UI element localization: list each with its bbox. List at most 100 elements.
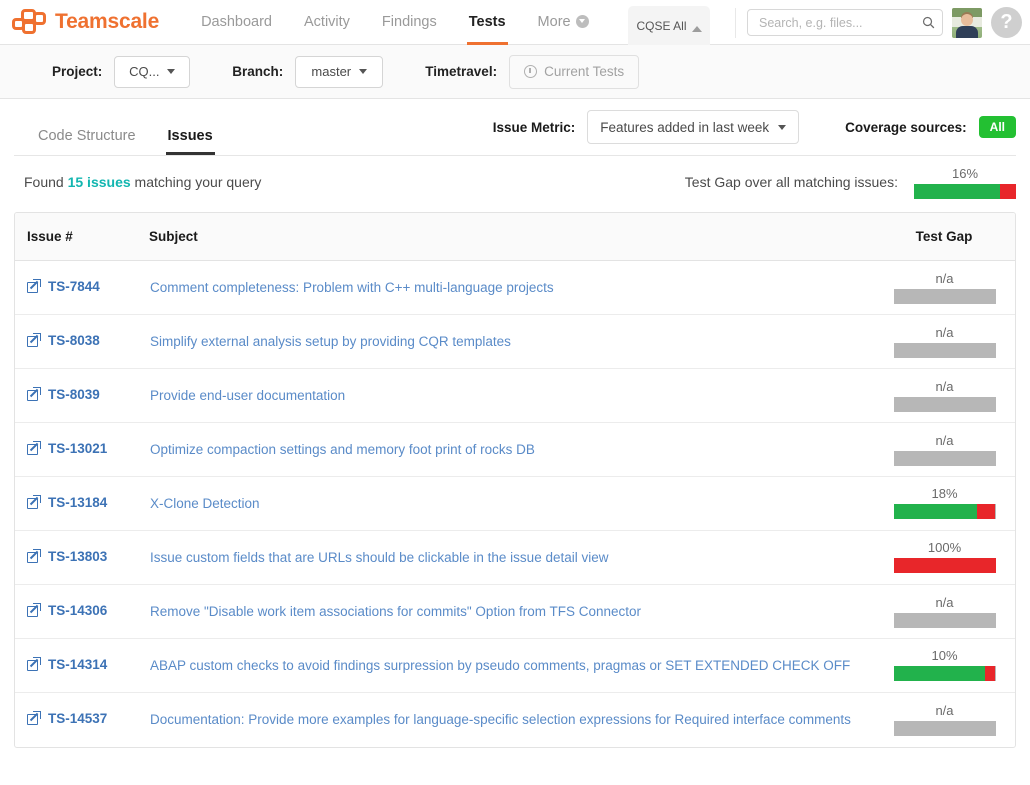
table-row[interactable]: TS-14306 Remove "Disable work item associ… [15,584,1015,639]
issue-link[interactable]: TS-13803 [27,549,107,564]
testgap-percent-label: n/a [935,325,954,340]
search-box[interactable] [747,9,943,36]
testgap-bar-gap [893,557,996,573]
column-header-test-gap[interactable]: Test Gap [885,213,1015,261]
brand-name: Teamscale [55,10,160,33]
coverage-sources-badge[interactable]: All [978,116,1016,138]
issue-link[interactable]: TS-13184 [27,495,107,510]
table-row[interactable]: TS-8039 Provide end-user documentation n/a [15,368,1015,423]
table-row[interactable]: TS-13803 Issue custom fields that are URL… [15,530,1015,585]
search-icon[interactable] [922,15,935,30]
overall-testgap-meter: 16% [914,166,1016,199]
nav-item-more[interactable]: More [522,0,605,45]
nav-item-more-label: More [537,13,571,30]
help-icon[interactable]: ? [991,7,1022,38]
testgap-bar [893,289,996,304]
issue-link[interactable]: TS-8039 [27,387,100,402]
cell-issue-id: TS-7844 [15,260,149,315]
table-row[interactable]: TS-13184 X-Clone Detection 18% [15,476,1015,531]
column-header-issue-id[interactable]: Issue # [15,213,149,261]
testgap-bar [893,557,996,573]
table-row[interactable]: TS-14537 Documentation: Provide more exam… [15,693,1015,747]
project-select[interactable]: CQ... [114,55,191,88]
testgap-bar-gap [999,183,1016,199]
issue-id-label: TS-13803 [48,549,108,564]
tab-issues[interactable]: Issues [152,128,229,155]
issue-subject-link[interactable]: Issue custom fields that are URLs should… [150,550,608,565]
context-selector-label: CQSE All [636,18,687,33]
issue-subject-link[interactable]: Remove "Disable work item associations f… [150,604,641,619]
testgap-meter: n/a [893,595,996,628]
nav-item-activity[interactable]: Activity [288,0,366,45]
cell-issue-id: TS-13021 [15,422,149,477]
testgap-meter: n/a [893,379,996,412]
cell-issue-id: TS-13184 [15,476,149,531]
issue-link[interactable]: TS-13021 [27,441,107,456]
issue-link[interactable]: TS-14306 [27,603,107,618]
timetravel-label: Timetravel: [425,64,498,79]
timetravel-value: Current Tests [544,64,625,79]
chevron-up-icon [691,25,702,32]
table-header-row: Issue # Subject Test Gap [15,213,1015,261]
context-selector-cqse-all[interactable]: CQSE All [628,6,710,45]
testgap-bar [893,503,996,519]
top-navigation-bar: Teamscale Dashboard Activity Findings Te… [0,0,1030,45]
testgap-percent-label: n/a [935,271,954,286]
branch-select[interactable]: master [295,55,384,88]
cell-test-gap: n/a [885,422,1015,477]
issue-subject-link[interactable]: Comment completeness: Problem with C++ m… [150,280,554,295]
issue-link[interactable]: TS-8038 [27,333,100,348]
issue-metric-value: Features added in last week [600,119,770,135]
issue-subject-link[interactable]: ABAP custom checks to avoid findings sur… [150,658,850,673]
issue-subject-link[interactable]: Provide end-user documentation [150,388,345,403]
search-input[interactable] [757,14,922,31]
issue-metric-select[interactable]: Features added in last week [587,110,800,144]
cell-test-gap: 10% [885,638,1015,693]
avatar[interactable] [952,7,982,38]
main-nav: Dashboard Activity Findings Tests More [185,0,605,45]
cell-issue-id: TS-14314 [15,638,149,693]
nav-item-dashboard[interactable]: Dashboard [185,0,288,45]
table-row[interactable]: TS-7844 Comment completeness: Problem wit… [15,260,1015,315]
overall-testgap: Test Gap over all matching issues: 16% [685,156,1016,208]
cell-subject: Provide end-user documentation [149,368,885,423]
testgap-bar-covered [893,665,986,681]
issues-table-body: TS-7844 Comment completeness: Problem wit… [15,260,1015,747]
header-right-tools: ? [747,0,1022,45]
issue-subject-link[interactable]: Documentation: Provide more examples for… [150,712,851,727]
table-row[interactable]: TS-13021 Optimize compaction settings and… [15,422,1015,477]
testgap-meter: n/a [893,271,996,304]
nav-item-findings[interactable]: Findings [366,0,453,45]
column-header-subject[interactable]: Subject [149,213,885,261]
issue-link[interactable]: TS-14314 [27,657,107,672]
issue-link[interactable]: TS-14537 [27,711,107,726]
brand-logo[interactable]: Teamscale [12,9,159,35]
found-suffix: matching your query [130,174,262,190]
cell-issue-id: TS-13803 [15,530,149,585]
issue-subject-link[interactable]: Optimize compaction settings and memory … [150,442,535,457]
testgap-bar [893,343,996,358]
teamscale-logo-icon [12,9,46,35]
sub-navigation-controls: Issue Metric: Features added in last wee… [493,99,1016,155]
table-row[interactable]: TS-14314 ABAP custom checks to avoid find… [15,638,1015,693]
testgap-meter: n/a [893,325,996,358]
cell-test-gap: 18% [885,476,1015,531]
timetravel-button[interactable]: Current Tests [509,54,640,89]
issue-subject-link[interactable]: X-Clone Detection [150,496,260,511]
external-link-icon [27,279,41,293]
cell-test-gap: n/a [885,693,1015,747]
issue-link[interactable]: TS-7844 [27,279,100,294]
nav-item-tests[interactable]: Tests [453,0,522,45]
branch-select-value: master [311,64,352,79]
project-label: Project: [52,64,103,79]
tab-code-structure[interactable]: Code Structure [22,128,152,155]
testgap-bar [893,451,996,466]
table-row[interactable]: TS-8038 Simplify external analysis setup … [15,314,1015,369]
testgap-percent-label: 10% [931,647,958,663]
found-prefix: Found [24,174,68,190]
issue-subject-link[interactable]: Simplify external analysis setup by prov… [150,334,511,349]
cell-issue-id: TS-14306 [15,584,149,639]
external-link-icon [27,441,41,455]
cell-subject: X-Clone Detection [149,476,885,531]
chevron-down-icon [359,69,368,74]
